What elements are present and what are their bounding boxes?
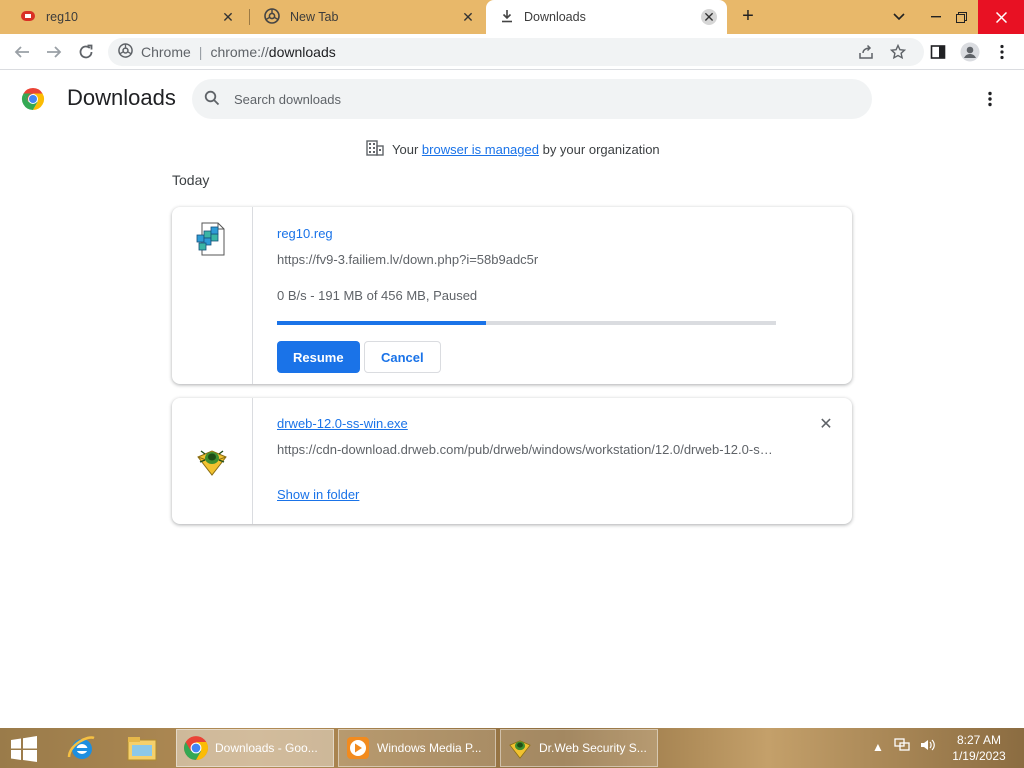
date-section-header: Today	[172, 172, 210, 188]
drweb-icon	[507, 735, 533, 761]
back-arrow-icon[interactable]	[10, 40, 34, 64]
file-name-link[interactable]: drweb-12.0-ss-win.exe	[277, 416, 408, 431]
file-icon-column	[172, 398, 253, 524]
remove-item-close-icon[interactable]: ✕	[818, 417, 834, 433]
volume-icon[interactable]	[920, 738, 936, 755]
tab-strip: reg10 ✕ New Tab ✕ Downloads ✕ +	[0, 0, 1024, 34]
managed-suffix: by your organization	[542, 142, 660, 157]
drweb-spider-icon	[194, 443, 230, 479]
share-icon[interactable]	[854, 40, 878, 64]
chrome-site-icon	[118, 43, 133, 61]
chrome-icon	[183, 735, 209, 761]
close-tab-icon[interactable]: ✕	[701, 9, 717, 25]
download-progress-bar	[277, 321, 776, 325]
media-player-icon	[345, 735, 371, 761]
address-bar[interactable]: Chrome | chrome://downloads	[108, 38, 924, 66]
stop-record-icon	[20, 8, 36, 27]
clock-time: 8:27 AM	[956, 733, 1002, 747]
downloads-header: Downloads	[0, 71, 1024, 127]
browser-toolbar: Chrome | chrome://downloads	[0, 34, 1024, 70]
windows-taskbar: Downloads - Goo... Windows Media P... Dr…	[0, 728, 1024, 768]
profile-avatar-icon[interactable]	[958, 40, 982, 64]
tab-search-chevron-icon[interactable]	[882, 0, 916, 34]
system-clock[interactable]: 8:27 AM 1/19/2023	[948, 732, 1010, 764]
network-icon[interactable]	[894, 738, 910, 755]
tab-new-tab[interactable]: New Tab ✕	[250, 0, 486, 34]
bookmark-star-icon[interactable]	[886, 40, 910, 64]
file-icon-column	[172, 207, 253, 384]
clock-date: 1/19/2023	[952, 749, 1006, 763]
source-url[interactable]: https://fv9-3.failiem.lv/down.php?i=58b9…	[277, 252, 777, 267]
tab-title: New Tab	[290, 10, 339, 24]
close-window-button[interactable]	[978, 0, 1024, 34]
more-actions-icon[interactable]	[980, 89, 1000, 109]
task-label: Downloads - Goo...	[215, 741, 318, 755]
tab-title: Downloads	[524, 10, 586, 24]
taskbar-task-media-player[interactable]: Windows Media P...	[338, 729, 496, 767]
file-name-link[interactable]: reg10.reg	[277, 226, 333, 241]
url-scheme: chrome://	[210, 44, 269, 60]
chrome-globe-icon	[264, 7, 280, 27]
taskbar-task-drweb[interactable]: Dr.Web Security S...	[500, 729, 658, 767]
site-chip-label: Chrome	[141, 44, 191, 60]
taskbar-task-chrome[interactable]: Downloads - Goo...	[176, 729, 334, 767]
downloads-page: Downloads Your browser is managed by you…	[0, 71, 1024, 728]
resume-button[interactable]: Resume	[277, 341, 360, 373]
cancel-button[interactable]: Cancel	[364, 341, 441, 373]
show-in-folder-link[interactable]: Show in folder	[277, 487, 359, 502]
file-explorer-icon[interactable]	[118, 730, 166, 766]
system-tray: ▲	[872, 738, 946, 755]
download-item: reg10.reg https://fv9-3.failiem.lv/down.…	[172, 207, 852, 384]
windows-start-icon[interactable]	[10, 736, 38, 762]
page-title: Downloads	[67, 85, 176, 110]
tab-title: reg10	[46, 10, 78, 24]
forward-arrow-icon[interactable]	[42, 40, 66, 64]
url-text: chrome://downloads	[210, 44, 335, 60]
restore-button[interactable]	[944, 0, 978, 34]
managed-notice: Your browser is managed by your organiza…	[366, 140, 660, 159]
registry-file-icon	[194, 221, 230, 257]
search-input[interactable]	[234, 91, 834, 107]
tab-reg10[interactable]: reg10 ✕	[6, 0, 246, 34]
source-url[interactable]: https://cdn-download.drweb.com/pub/drweb…	[277, 442, 777, 457]
search-icon	[204, 90, 220, 109]
download-item: drweb-12.0-ss-win.exe https://cdn-downlo…	[172, 398, 852, 524]
chrome-logo-icon	[21, 87, 45, 111]
progress-fill	[277, 321, 487, 325]
show-hidden-icons-icon[interactable]: ▲	[872, 740, 884, 754]
download-icon	[500, 9, 514, 26]
task-label: Dr.Web Security S...	[539, 741, 647, 755]
omnibox-divider: |	[198, 44, 203, 60]
reload-icon[interactable]	[74, 40, 98, 64]
search-box[interactable]	[192, 79, 872, 119]
managed-prefix: Your	[392, 142, 419, 157]
close-tab-icon[interactable]: ✕	[460, 9, 476, 25]
new-tab-button[interactable]: +	[737, 6, 759, 28]
close-tab-icon[interactable]: ✕	[220, 9, 236, 25]
tab-downloads[interactable]: Downloads ✕	[486, 0, 727, 34]
internet-explorer-icon[interactable]	[58, 730, 106, 766]
url-host: downloads	[268, 44, 336, 60]
download-status: 0 B/s - 191 MB of 456 MB, Paused	[277, 288, 478, 303]
task-label: Windows Media P...	[377, 741, 482, 755]
browser-menu-icon[interactable]	[990, 40, 1014, 64]
building-icon	[366, 140, 384, 159]
side-panel-icon[interactable]	[926, 40, 950, 64]
managed-link[interactable]: browser is managed	[422, 142, 539, 157]
